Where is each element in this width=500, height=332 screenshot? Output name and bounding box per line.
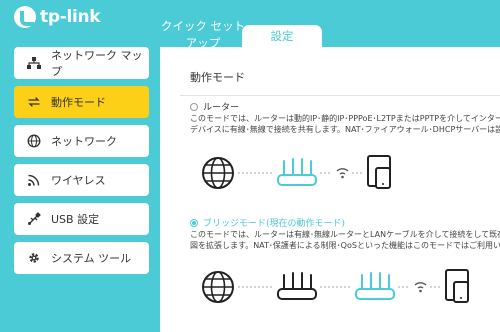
tp-link-logo-mark xyxy=(14,6,36,28)
usb-icon xyxy=(27,212,41,226)
sidebar-item-wireless[interactable]: ワイヤレス xyxy=(14,164,149,196)
internet-globe-icon xyxy=(202,271,234,303)
sidebar-item-label: USB 設定 xyxy=(51,213,100,226)
mode-option-bridge[interactable]: ブリッジモード(現在の動作モード) xyxy=(190,216,345,229)
internet-globe-icon xyxy=(202,157,234,189)
main-panel: 動作モード ルーター このモードでは、ルーターは動的IP･静的IP･PPPoE･… xyxy=(160,47,500,332)
sidebar-item-system-tools[interactable]: システム ツール xyxy=(14,242,149,274)
section-title: 動作モード xyxy=(190,71,245,84)
sidebar: ネットワーク マップ 動作モード ネットワーク ワイヤレス USB 設定 システ… xyxy=(14,47,149,281)
bridge-mode-radio[interactable] xyxy=(190,218,198,227)
network-map-icon xyxy=(27,56,41,70)
wifi-signal-icon xyxy=(336,168,349,179)
wifi-signal-icon xyxy=(414,282,427,293)
sidebar-item-label: ネットワーク マップ xyxy=(51,49,143,78)
bridge-mode-description: このモードでは、ルーターは有線･無線ルーターとLANケーブルを介して接続をして既… xyxy=(190,229,500,251)
bridge-router-icon xyxy=(355,272,395,300)
sidebar-item-network[interactable]: ネットワーク xyxy=(14,125,149,157)
bridge-mode-label: ブリッジモード(現在の動作モード) xyxy=(203,219,346,229)
router-mode-diagram xyxy=(200,151,400,195)
router-device-icon xyxy=(277,158,317,186)
router-mode-label: ルーター xyxy=(203,103,240,113)
router-mode-radio[interactable] xyxy=(190,102,198,111)
tab-settings[interactable]: 設定 xyxy=(242,25,322,47)
client-devices-icon xyxy=(445,269,469,303)
gear-icon xyxy=(27,251,41,265)
sidebar-item-label: ワイヤレス xyxy=(51,174,106,187)
sidebar-item-label: システム ツール xyxy=(51,252,132,265)
operation-mode-icon xyxy=(27,95,41,109)
bridge-mode-desc-line1: このモードでは、ルーターは有線･無線ルーターとLANケーブルを介して接続をして既… xyxy=(190,230,500,239)
router-mode-desc-line2: デバイスに有線･無線で接続を共有します。NAT･ファイアウォール･DHCPサーバ… xyxy=(190,125,500,134)
router-mode-desc-line1: このモードでは、ルーターは動的IP･静的IP･PPPoE･L2TPまたはPPTP… xyxy=(190,114,500,123)
bridge-mode-diagram xyxy=(200,265,500,309)
sidebar-item-label: 動作モード xyxy=(51,96,106,109)
sidebar-item-operation-mode[interactable]: 動作モード xyxy=(14,86,149,118)
sidebar-item-network-map[interactable]: ネットワーク マップ xyxy=(14,47,149,79)
client-devices-icon xyxy=(367,155,391,189)
sidebar-item-label: ネットワーク xyxy=(51,135,117,148)
brand-name: tp-link xyxy=(40,7,101,27)
wireless-icon xyxy=(27,173,41,187)
globe-icon xyxy=(27,134,41,148)
existing-router-icon xyxy=(277,272,317,300)
bridge-mode-desc-line2: 図を拡張します。NAT･保護者による制限･QoSといった機能はこのモードではご利… xyxy=(190,241,500,250)
sidebar-item-usb-settings[interactable]: USB 設定 xyxy=(14,203,149,235)
tp-link-logo: tp-link xyxy=(14,6,101,28)
divider xyxy=(180,95,500,96)
router-mode-description: このモードでは、ルーターは動的IP･静的IP･PPPoE･L2TPまたはPPTP… xyxy=(190,113,500,135)
mode-option-router[interactable]: ルーター xyxy=(190,100,239,113)
